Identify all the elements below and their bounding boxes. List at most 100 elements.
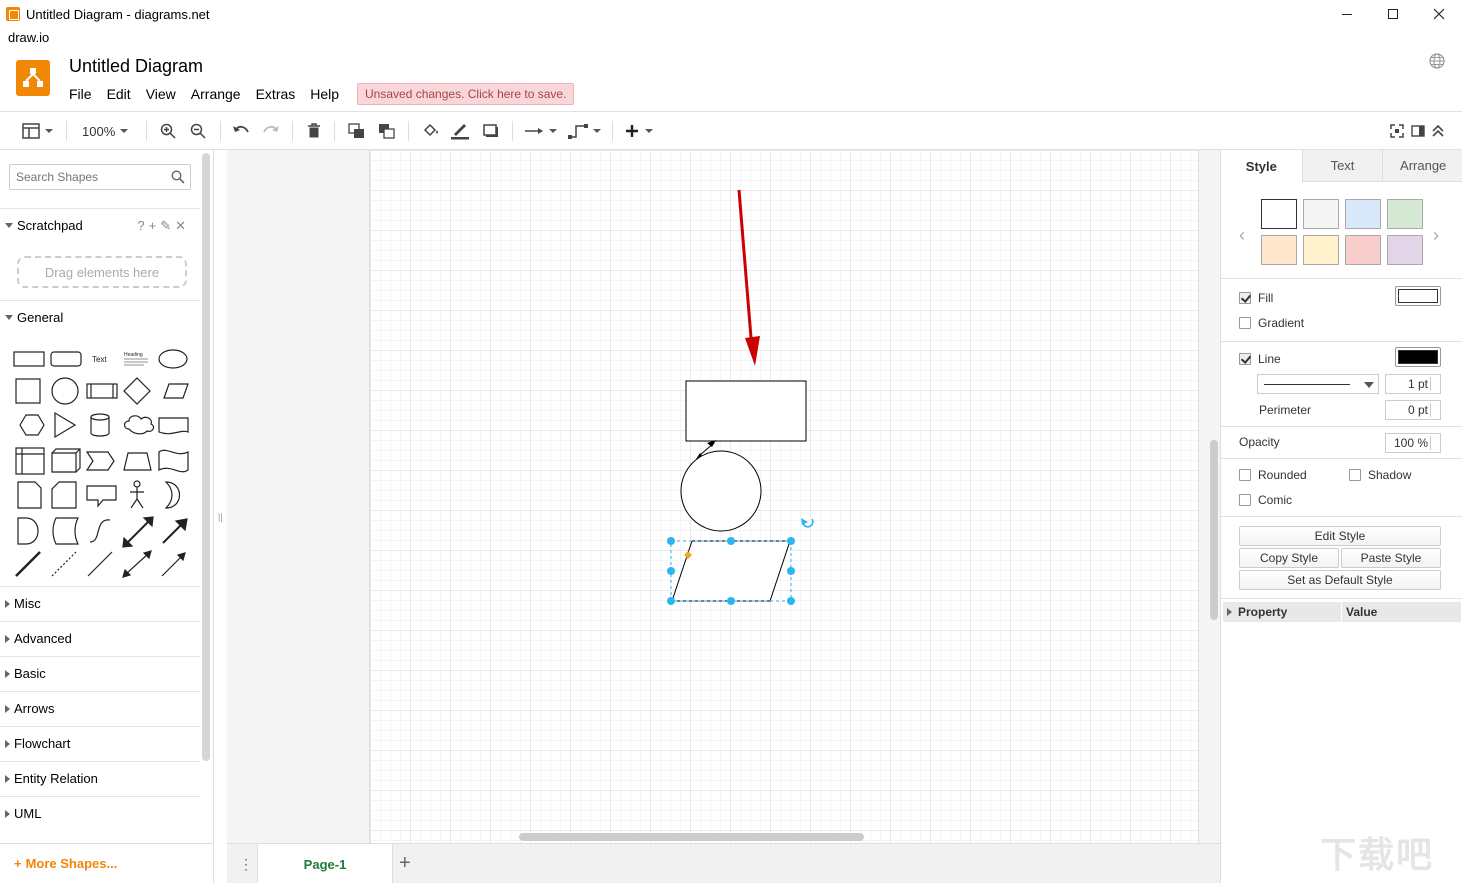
- tab-style[interactable]: Style: [1221, 150, 1302, 182]
- section-misc[interactable]: Misc: [0, 586, 200, 620]
- format-panel-toggle[interactable]: [22, 120, 53, 142]
- fill-checkbox[interactable]: [1239, 292, 1251, 304]
- unsaved-changes-notice[interactable]: Unsaved changes. Click here to save.: [357, 83, 575, 105]
- insert-button[interactable]: [624, 120, 653, 142]
- section-flowchart[interactable]: Flowchart: [0, 726, 200, 760]
- maximize-button[interactable]: [1370, 0, 1416, 28]
- set-default-style-button[interactable]: Set as Default Style: [1239, 570, 1441, 590]
- rounded-row[interactable]: Rounded: [1239, 468, 1307, 482]
- swatch-gray[interactable]: [1303, 199, 1339, 229]
- minimize-button[interactable]: [1324, 0, 1370, 28]
- fill-row[interactable]: Fill: [1239, 291, 1273, 305]
- diagram-page[interactable]: [369, 150, 1199, 843]
- menu-arrange[interactable]: Arrange: [191, 86, 241, 102]
- diagram-circle[interactable]: [680, 450, 762, 532]
- shadow-checkbox[interactable]: [1349, 469, 1361, 481]
- sidebar-splitter-handle[interactable]: ||: [218, 512, 223, 522]
- section-entity-relation[interactable]: Entity Relation: [0, 761, 200, 795]
- add-page-icon[interactable]: +: [399, 852, 411, 875]
- property-table-header[interactable]: Property Value: [1223, 602, 1461, 622]
- delete-button[interactable]: [306, 120, 322, 142]
- diagram-canvas[interactable]: [227, 150, 1220, 843]
- menu-file[interactable]: File: [69, 86, 92, 102]
- to-front-icon: [348, 123, 364, 138]
- chevron-right-icon[interactable]: ›: [1433, 225, 1439, 246]
- section-general[interactable]: General: [0, 300, 200, 334]
- connection-style-button[interactable]: [524, 120, 557, 142]
- waypoints-button[interactable]: [568, 120, 601, 142]
- menu-help[interactable]: Help: [310, 86, 339, 102]
- pages-menu-icon[interactable]: ⋮: [239, 856, 253, 873]
- section-arrows[interactable]: Arrows: [0, 691, 200, 725]
- shadow-row[interactable]: Shadow: [1349, 468, 1411, 482]
- section-advanced[interactable]: Advanced: [0, 621, 200, 655]
- shadow-button[interactable]: [482, 120, 500, 142]
- collapse-toolbar-button[interactable]: [1431, 120, 1445, 142]
- line-color-picker[interactable]: [1395, 347, 1441, 367]
- to-back-button[interactable]: [378, 120, 396, 142]
- line-width-stepper[interactable]: 1 pt: [1385, 374, 1441, 394]
- menu-view[interactable]: View: [146, 86, 176, 102]
- swatch-red[interactable]: [1345, 235, 1381, 265]
- opacity-stepper[interactable]: 100 %: [1385, 433, 1441, 453]
- chevron-left-icon[interactable]: ‹: [1239, 225, 1245, 246]
- section-scratchpad[interactable]: Scratchpad ?+✎✕: [0, 208, 200, 242]
- page-tab-1[interactable]: Page-1: [257, 844, 393, 883]
- section-uml[interactable]: UML: [0, 796, 200, 830]
- general-shapes-palette[interactable]: Text Heading: [10, 340, 200, 580]
- plus-icon: +: [14, 856, 22, 871]
- comic-checkbox[interactable]: [1239, 494, 1251, 506]
- document-title[interactable]: Untitled Diagram: [69, 56, 203, 77]
- scratchpad-tools[interactable]: ?+✎✕: [137, 218, 190, 234]
- undo-button[interactable]: [232, 120, 250, 142]
- swatch-blue[interactable]: [1345, 199, 1381, 229]
- copy-style-button[interactable]: Copy Style: [1239, 548, 1339, 568]
- gradient-row[interactable]: Gradient: [1239, 316, 1304, 330]
- comic-row[interactable]: Comic: [1239, 493, 1292, 507]
- section-basic[interactable]: Basic: [0, 656, 200, 690]
- language-button[interactable]: [1428, 52, 1446, 73]
- gradient-checkbox[interactable]: [1239, 317, 1251, 329]
- rotate-handle-icon[interactable]: [801, 518, 814, 528]
- toggle-format-panel-button[interactable]: [1411, 120, 1425, 142]
- close-button[interactable]: [1416, 0, 1462, 28]
- edit-style-button[interactable]: Edit Style: [1239, 526, 1441, 546]
- zoom-out-button[interactable]: [190, 120, 206, 142]
- swatch-yellow[interactable]: [1303, 235, 1339, 265]
- to-front-button[interactable]: [348, 120, 366, 142]
- line-row[interactable]: Line: [1239, 352, 1281, 366]
- canvas-horizontal-scrollbar[interactable]: [519, 833, 864, 841]
- fullscreen-button[interactable]: [1390, 120, 1404, 142]
- zoom-in-button[interactable]: [160, 120, 176, 142]
- fill-color-button[interactable]: [422, 120, 440, 142]
- line-pattern-select[interactable]: [1257, 374, 1379, 394]
- red-arrow-annotation[interactable]: [737, 189, 760, 366]
- redo-button[interactable]: [262, 120, 280, 142]
- menu-edit[interactable]: Edit: [107, 86, 131, 102]
- property-column-header[interactable]: Property: [1223, 602, 1341, 622]
- line-checkbox[interactable]: [1239, 353, 1251, 365]
- swatch-purple[interactable]: [1387, 235, 1423, 265]
- more-shapes-button[interactable]: + More Shapes...: [0, 843, 213, 883]
- menu-extras[interactable]: Extras: [256, 86, 296, 102]
- paste-style-button[interactable]: Paste Style: [1341, 548, 1441, 568]
- rounded-checkbox[interactable]: [1239, 469, 1251, 481]
- swatch-green[interactable]: [1387, 199, 1423, 229]
- diagram-parallelogram[interactable]: [671, 540, 791, 602]
- line-color-button[interactable]: [450, 120, 470, 142]
- search-shapes-input[interactable]: [10, 165, 160, 189]
- swatch-white[interactable]: [1261, 199, 1297, 229]
- line-color-icon: [451, 124, 469, 140]
- scratchpad-dropzone[interactable]: Drag elements here: [17, 256, 187, 288]
- tab-arrange[interactable]: Arrange: [1382, 150, 1462, 182]
- tab-text[interactable]: Text: [1301, 150, 1383, 182]
- swatch-orange[interactable]: [1261, 235, 1297, 265]
- perimeter-stepper[interactable]: 0 pt: [1385, 400, 1441, 420]
- diagram-rectangle[interactable]: [685, 380, 807, 442]
- shapes-sidebar: Scratchpad ?+✎✕ Drag elements here Gener…: [0, 150, 214, 883]
- fill-color-picker[interactable]: [1395, 286, 1441, 306]
- search-icon[interactable]: [171, 170, 185, 187]
- canvas-vertical-scrollbar[interactable]: [1210, 440, 1218, 620]
- sidebar-scrollbar[interactable]: [202, 153, 210, 761]
- zoom-dropdown[interactable]: 100%: [82, 120, 129, 142]
